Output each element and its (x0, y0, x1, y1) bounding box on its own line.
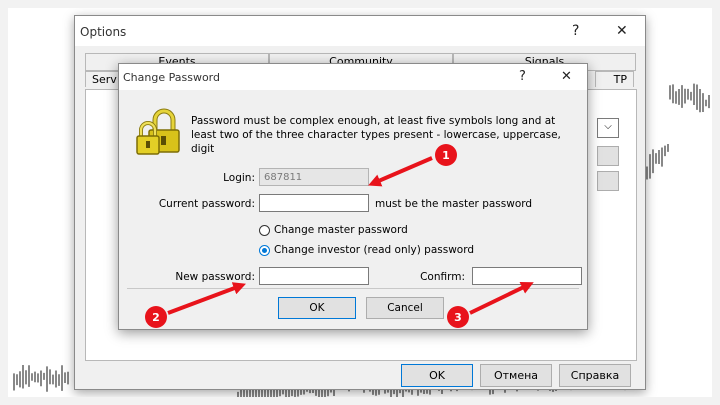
change-password-title: Change Password (123, 71, 220, 84)
server-side-button-1[interactable] (597, 146, 619, 166)
tab-ftp[interactable]: TP (595, 71, 634, 87)
change-password-ok-button[interactable]: OK (278, 297, 356, 319)
radio-change-master[interactable]: Change master password (259, 224, 408, 236)
chevron-down-icon: ⌵ (604, 121, 612, 132)
screenshot-frame: Options ? ✕ Events Community Signals Ser… (8, 8, 712, 397)
confirm-label: Confirm: (420, 271, 465, 283)
current-password-input[interactable] (259, 194, 369, 212)
change-password-help-button[interactable]: ? (519, 69, 526, 84)
dialog-separator (127, 288, 579, 289)
radio-investor-label: Change investor (read only) password (274, 244, 475, 256)
current-password-hint: must be the master password (375, 198, 533, 210)
options-ok-button[interactable]: OK (401, 364, 473, 387)
password-rules-message: Password must be complex enough, at leas… (191, 115, 561, 155)
radio-master-circle[interactable] (259, 224, 270, 236)
options-titlebar: Options ? ✕ (75, 16, 645, 46)
options-help-button-bottom[interactable]: Справка (559, 364, 631, 387)
server-combo-dropdown[interactable]: ⌵ (597, 118, 619, 138)
options-help-button[interactable]: ? (572, 23, 579, 39)
current-password-label: Current password: (158, 198, 255, 210)
padlocks-icon (136, 108, 180, 155)
change-password-close-button[interactable]: ✕ (561, 69, 572, 84)
new-password-input[interactable] (259, 267, 369, 285)
server-side-button-2[interactable] (597, 171, 619, 191)
change-password-cancel-button[interactable]: Cancel (366, 297, 444, 319)
login-field: 687811 (259, 168, 369, 186)
login-label: Login: (223, 172, 255, 184)
change-password-dialog: Change Password ? ✕ Password must be com… (118, 63, 588, 330)
options-close-button[interactable]: ✕ (616, 23, 628, 39)
confirm-input[interactable] (472, 267, 582, 285)
radio-investor-circle[interactable] (259, 244, 270, 256)
options-cancel-button[interactable]: Отмена (480, 364, 552, 387)
radio-master-label: Change master password (274, 224, 408, 236)
new-password-label: New password: (175, 271, 255, 283)
radio-change-investor[interactable]: Change investor (read only) password (259, 244, 474, 256)
options-title: Options (80, 25, 127, 39)
change-password-titlebar: Change Password ? ✕ (119, 64, 587, 90)
